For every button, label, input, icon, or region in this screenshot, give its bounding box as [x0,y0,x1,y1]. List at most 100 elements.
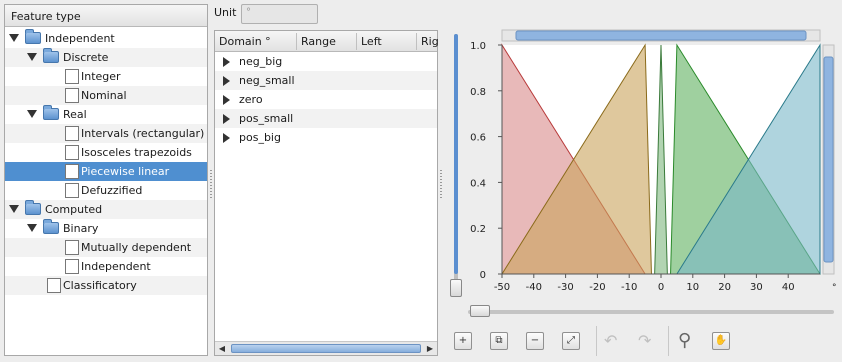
pan-button[interactable]: ✋ [712,332,730,350]
copy-button[interactable]: ⧉ [490,332,508,350]
column-header[interactable]: Domain ° [219,35,271,48]
tree-item-label: Nominal [81,89,127,102]
x-tick-label: 40 [782,282,795,293]
row-label: zero [239,93,263,106]
membership-function-chart[interactable]: 1.0 0.8 0.6 0.4 0.2 0 -50 -40 -30 -20 -10 0 10 20 30 40… [450,28,838,320]
y-tick-label: 0.2 [470,224,486,235]
trapezoid-icon [65,145,79,160]
scroll-left-arrow-icon[interactable]: ◀ [215,342,229,355]
zoom-button[interactable]: ⚲ [678,332,691,350]
table-row[interactable]: pos_big [215,128,437,147]
table-header: Domain ° Range Left Rig [215,31,439,52]
tree-item-label: Piecewise linear [81,165,170,178]
x-tick-label: -50 [494,282,510,293]
expand-row-icon[interactable] [223,114,230,124]
remove-button[interactable]: − [526,332,544,350]
tree-item-label: Independent [81,260,151,273]
y-tick-label: 0.6 [470,133,486,144]
splitter-handle[interactable] [210,170,212,200]
tree-item-label: Computed [45,203,103,216]
classificatory-icon [47,278,61,293]
expand-row-icon[interactable] [223,57,230,67]
table-row[interactable]: neg_big [215,52,437,71]
folder-icon [25,29,41,44]
tree-item-defuzzified[interactable]: Defuzzified [5,181,207,200]
column-divider[interactable] [296,33,297,50]
tree-item-intervals-rectangular-[interactable]: Intervals (rectangular) [5,124,207,143]
expand-toggle-icon[interactable] [27,53,37,61]
folder-icon [25,200,41,215]
unit-label: Unit [214,6,237,19]
y-tick-label: 0.8 [470,87,486,98]
tree-item-label: Binary [63,222,99,235]
folder-icon [43,105,59,120]
intervals-icon [65,126,79,141]
x-tick-label: -20 [589,282,605,293]
tree-item-label: Defuzzified [81,184,143,197]
row-label: neg_big [239,55,283,68]
expand-row-icon[interactable] [223,133,230,143]
tree-item-nominal[interactable]: Nominal [5,86,207,105]
table-row[interactable]: zero [215,90,437,109]
tree-item-label: Discrete [63,51,109,64]
expand-toggle-icon[interactable] [27,110,37,118]
tree-item-label: Isosceles trapezoids [81,146,192,159]
mutually-dependent-icon [65,240,79,255]
expand-row-icon[interactable] [223,95,230,105]
folder-icon [43,48,59,63]
toolbar-separator [596,326,597,356]
tree-item-integer[interactable]: Integer [5,67,207,86]
splitter-handle-2[interactable] [440,170,442,200]
expand-toggle-icon[interactable] [9,34,19,42]
fit-button[interactable]: ⤢ [562,332,580,350]
tree-item-independent[interactable]: Independent [5,29,207,48]
column-header[interactable]: Rig [421,35,439,48]
undo-button[interactable]: ↶ [604,332,617,350]
tree-item-piecewise-linear[interactable]: Piecewise linear [5,162,207,181]
tree-item-isosceles-trapezoids[interactable]: Isosceles trapezoids [5,143,207,162]
tree-item-independent[interactable]: Independent [5,257,207,276]
add-button[interactable]: + [454,332,472,350]
folder-icon [43,219,59,234]
tree-item-classificatory[interactable]: Classificatory [5,276,207,295]
toolbar-separator [668,326,669,356]
scroll-right-arrow-icon[interactable]: ▶ [423,342,437,355]
table-scroll-thumb[interactable] [231,344,421,353]
table-row[interactable]: pos_small [215,109,437,128]
tree-header[interactable]: Feature type [5,5,207,27]
tree-item-label: Integer [81,70,121,83]
tree-item-real[interactable]: Real [5,105,207,124]
row-label: pos_small [239,112,294,125]
table-row[interactable]: neg_small [215,71,437,90]
expand-toggle-icon[interactable] [9,205,19,213]
chart-vertical-scroll-thumb[interactable] [823,56,834,263]
x-tick-label: -40 [526,282,542,293]
nominal-icon [65,88,79,103]
domain-table[interactable]: Domain ° Range Left Rig neg_big neg_smallzer… [214,30,439,356]
binary-independent-icon [65,259,79,274]
expand-row-icon[interactable] [223,76,230,86]
row-label: neg_small [239,74,295,87]
table-horizontal-scrollbar[interactable]: ◀ ▶ [215,341,437,355]
redo-button[interactable]: ↷ [638,332,651,350]
tree-item-label: Independent [45,32,115,45]
piecewise-linear-icon [65,164,79,179]
column-header[interactable]: Left [361,35,382,48]
tree-item-label: Intervals (rectangular) [81,127,205,140]
chart-horizontal-scroll-thumb[interactable] [515,30,807,41]
feature-type-tree[interactable]: Feature type Independent Discrete Integer N… [4,4,208,356]
tree-item-computed[interactable]: Computed [5,200,207,219]
row-label: pos_big [239,131,281,144]
tree-item-binary[interactable]: Binary [5,219,207,238]
tree-item-label: Mutually dependent [81,241,192,254]
column-header[interactable]: Range [301,35,336,48]
column-divider[interactable] [356,33,357,50]
tree-item-label: Real [63,108,87,121]
expand-toggle-icon[interactable] [27,224,37,232]
unit-input[interactable]: ° [241,4,318,24]
tree-item-discrete[interactable]: Discrete [5,48,207,67]
tree-item-mutually-dependent[interactable]: Mutually dependent [5,238,207,257]
x-tick-label: -10 [621,282,637,293]
column-divider[interactable] [416,33,417,50]
x-tick-label: 30 [750,282,763,293]
